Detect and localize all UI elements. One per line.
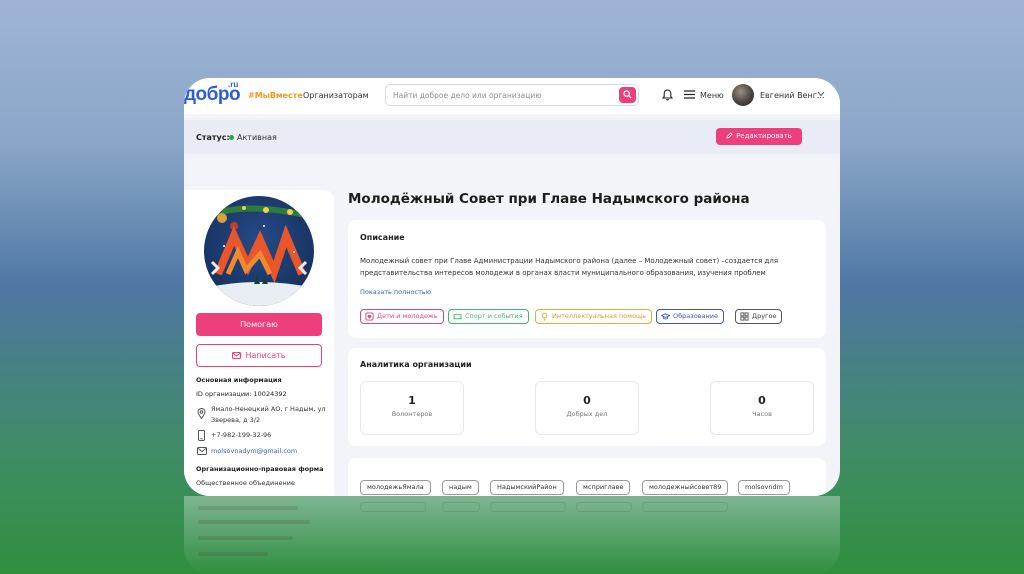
org-address: Ямало-Ненецкий АО, г Надым, ул Зверева, … bbox=[211, 405, 326, 424]
reflection-chip bbox=[576, 502, 632, 512]
analytics-heading: Аналитика организации bbox=[360, 360, 472, 369]
page-card: добро .ru #МыВместе Организаторам Найти … bbox=[184, 78, 840, 496]
phone-icon bbox=[198, 430, 205, 441]
legal-form-value: Общественное объединение bbox=[196, 479, 295, 487]
ticket-icon bbox=[453, 314, 462, 320]
category-tag[interactable]: Дети и молодежь bbox=[360, 309, 444, 324]
stat-volunteers: 1 Волонтеров bbox=[360, 381, 464, 435]
stat-good-deeds: 0 Добрых дел bbox=[535, 381, 639, 435]
description-text: Молодежный совет при Главе Администрации… bbox=[360, 257, 779, 277]
hashtag-chip[interactable]: мсприглаве bbox=[576, 480, 631, 495]
bulb-icon bbox=[541, 312, 548, 321]
location-pin-icon bbox=[197, 408, 206, 419]
user-avatar[interactable] bbox=[732, 84, 754, 106]
heart-icon bbox=[365, 312, 374, 321]
main-info-heading: Основная информация bbox=[196, 376, 282, 384]
graduation-cap-icon bbox=[661, 313, 670, 320]
stat-value: 0 bbox=[583, 394, 591, 407]
stat-hours: 0 Часов bbox=[710, 381, 814, 435]
category-label: Другое bbox=[752, 312, 777, 320]
reflection-chip bbox=[490, 502, 566, 512]
hashtag-chip[interactable]: надым bbox=[442, 480, 479, 495]
hashtag-chip[interactable]: molsovndm bbox=[738, 480, 790, 495]
edit-button[interactable]: Редактировать bbox=[716, 128, 802, 145]
reflection-chip bbox=[642, 502, 728, 512]
nav-link-myvmeste[interactable]: #МыВместе bbox=[248, 91, 303, 100]
search-input[interactable]: Найти доброе дело или организацию bbox=[385, 84, 639, 106]
write-button-label: Написать bbox=[245, 351, 286, 360]
grid-icon bbox=[740, 312, 749, 321]
reflection-chip bbox=[360, 502, 426, 512]
card-reflection bbox=[184, 496, 840, 574]
category-tag[interactable]: Другое bbox=[735, 309, 783, 324]
category-label: Спорт и события bbox=[465, 312, 523, 320]
reflection-line bbox=[198, 520, 310, 524]
menu-label[interactable]: Меню bbox=[700, 91, 724, 100]
stat-label: Добрых дел bbox=[566, 410, 608, 418]
search-button[interactable] bbox=[619, 87, 636, 103]
description-heading: Описание bbox=[360, 233, 405, 242]
dobro-logo-suffix: .ru bbox=[228, 80, 239, 89]
hashtag-chip[interactable]: молодежныйсовет89 bbox=[642, 480, 729, 495]
edit-button-label: Редактировать bbox=[736, 132, 792, 140]
org-phone[interactable]: +7-982-199-32-96 bbox=[211, 431, 271, 439]
organization-logo bbox=[204, 196, 314, 306]
org-email[interactable]: molsovnadym@gmail.com bbox=[211, 447, 297, 455]
stat-label: Волонтеров bbox=[391, 410, 433, 418]
status-label: Статус: bbox=[196, 133, 230, 142]
chevron-down-icon[interactable] bbox=[817, 91, 825, 97]
pencil-icon bbox=[726, 132, 733, 139]
category-tag[interactable]: Спорт и события bbox=[448, 309, 529, 324]
page-title: Молодёжный Совет при Главе Надымского ра… bbox=[348, 191, 750, 207]
top-header: добро .ru #МыВместе Организаторам Найти … bbox=[184, 78, 840, 114]
category-tag[interactable]: Образование bbox=[656, 309, 724, 324]
category-label: Дети и молодежь bbox=[377, 312, 438, 320]
status-active-dot bbox=[229, 135, 234, 140]
email-icon bbox=[197, 447, 207, 455]
bell-icon[interactable] bbox=[662, 89, 673, 101]
status-value: Активная bbox=[237, 133, 277, 142]
help-button[interactable]: Помогаю bbox=[196, 313, 322, 336]
category-label: Образование bbox=[673, 312, 718, 320]
search-icon bbox=[623, 90, 632, 99]
legal-form-heading: Организационно-правовая форма bbox=[196, 465, 324, 473]
hashtag-chip[interactable]: НадымскийРайон bbox=[490, 480, 564, 495]
write-message-button[interactable]: Написать bbox=[196, 344, 322, 367]
org-id: ID организации: 10024392 bbox=[196, 390, 287, 398]
organization-emblem-icon bbox=[204, 205, 314, 306]
stat-value: 0 bbox=[758, 394, 766, 407]
show-more-link[interactable]: Показать полностью bbox=[360, 288, 431, 296]
reflection-chip bbox=[442, 502, 480, 512]
reflection-line bbox=[198, 552, 268, 556]
category-label: Интеллектуальная помощь bbox=[552, 312, 647, 320]
reflection-line bbox=[198, 506, 298, 510]
hamburger-icon[interactable] bbox=[684, 90, 695, 99]
category-tag[interactable]: Интеллектуальная помощь bbox=[535, 309, 653, 324]
envelope-icon bbox=[232, 352, 242, 359]
nav-link-organizers[interactable]: Организаторам bbox=[303, 91, 369, 100]
user-name[interactable]: Евгений Венг... bbox=[760, 91, 825, 100]
reflection-line bbox=[198, 536, 293, 540]
stat-label: Часов bbox=[752, 410, 772, 418]
hashtag-chip[interactable]: молодежьЯмала bbox=[360, 480, 431, 495]
stat-value: 1 bbox=[408, 394, 416, 407]
search-placeholder: Найти доброе дело или организацию bbox=[393, 91, 542, 100]
